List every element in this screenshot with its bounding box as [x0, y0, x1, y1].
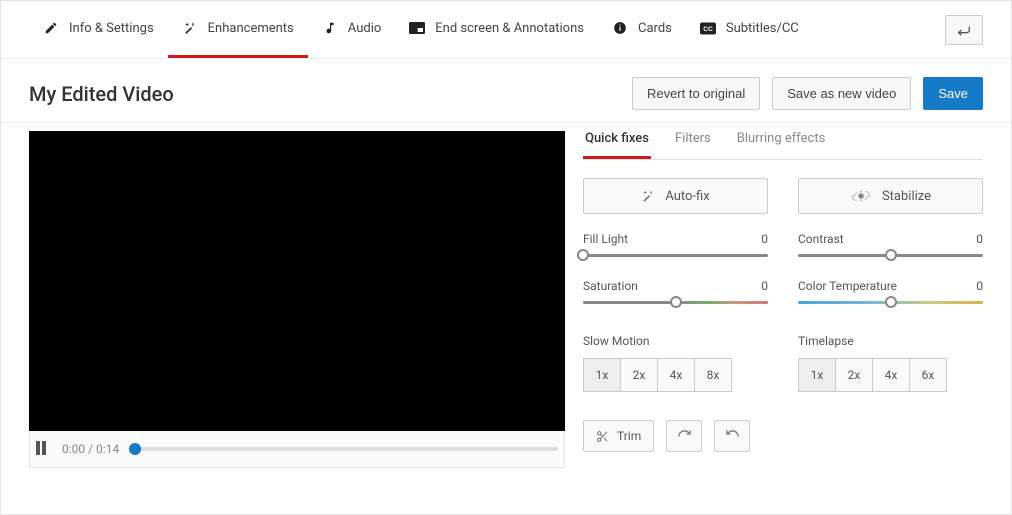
header-actions: Revert to original Save as new video Sav…	[632, 77, 983, 110]
trim-button[interactable]: Trim	[583, 420, 654, 452]
slider-saturation: Saturation 0	[583, 279, 768, 304]
enhancements-panel: Quick fixes Filters Blurring effects Aut…	[583, 131, 983, 468]
player-time: 0:00 / 0:14	[62, 442, 119, 456]
bottom-actions: Trim	[583, 420, 983, 452]
timelapse-option-4x[interactable]: 4x	[872, 358, 910, 392]
timelapse-option-2x[interactable]: 2x	[835, 358, 873, 392]
tab-info-settings[interactable]: Info & Settings	[29, 1, 168, 58]
page-title: My Edited Video	[29, 82, 174, 106]
speed-row: Slow Motion 1x2x4x8x Timelapse 1x2x4x6x	[583, 334, 983, 392]
player-controls: 0:00 / 0:14	[29, 431, 565, 468]
slider-label: Saturation	[583, 279, 638, 293]
seek-thumb[interactable]	[129, 443, 141, 455]
slider-label: Fill Light	[583, 232, 628, 246]
slider-track[interactable]	[798, 254, 983, 257]
stabilize-icon	[850, 189, 872, 203]
pause-button[interactable]	[36, 441, 52, 457]
slider-track[interactable]	[798, 301, 983, 304]
return-arrow-icon	[956, 24, 972, 36]
cc-icon: CC	[700, 20, 716, 36]
back-button[interactable]	[945, 15, 983, 45]
tab-cards[interactable]: Cards	[598, 1, 686, 58]
subtab-filters[interactable]: Filters	[673, 131, 713, 159]
autofix-label: Auto-fix	[665, 189, 709, 204]
autofix-button[interactable]: Auto-fix	[583, 178, 768, 214]
slider-color-temperature: Color Temperature 0	[798, 279, 983, 304]
slider-contrast: Contrast 0	[798, 232, 983, 257]
stabilize-label: Stabilize	[882, 189, 931, 204]
slowmotion-group: Slow Motion 1x2x4x8x	[583, 334, 768, 392]
tab-subtitles[interactable]: CC Subtitles/CC	[686, 1, 813, 58]
svg-text:CC: CC	[703, 26, 713, 33]
tab-label: Info & Settings	[69, 21, 154, 36]
slider-label: Color Temperature	[798, 279, 897, 293]
subtab-quick-fixes[interactable]: Quick fixes	[583, 131, 651, 159]
slider-value: 0	[761, 232, 768, 246]
slider-fill-light: Fill Light 0	[583, 232, 768, 257]
slowmotion-option-8x[interactable]: 8x	[694, 358, 732, 392]
slider-label: Contrast	[798, 232, 844, 246]
wand-icon	[641, 189, 655, 203]
slider-thumb[interactable]	[885, 249, 897, 261]
tab-endscreen-annotations[interactable]: End screen & Annotations	[395, 1, 598, 58]
sliders: Fill Light 0 Contrast 0 Saturation	[583, 232, 983, 304]
revert-button[interactable]: Revert to original	[632, 77, 760, 110]
save-button[interactable]: Save	[923, 77, 983, 110]
slowmotion-option-1x[interactable]: 1x	[583, 358, 621, 392]
save-as-new-button[interactable]: Save as new video	[772, 77, 911, 110]
slider-track[interactable]	[583, 254, 768, 257]
slowmotion-option-2x[interactable]: 2x	[620, 358, 658, 392]
top-tabs: Info & Settings Enhancements Audio End s…	[1, 1, 1011, 59]
timelapse-option-6x[interactable]: 6x	[909, 358, 947, 392]
timelapse-label: Timelapse	[798, 334, 983, 348]
fix-buttons: Auto-fix Stabilize	[583, 178, 983, 214]
rotate-ccw-button[interactable]	[714, 420, 750, 452]
tab-label: Audio	[348, 21, 381, 36]
tab-label: End screen & Annotations	[435, 21, 584, 36]
wand-icon	[182, 20, 198, 36]
video-preview[interactable]	[29, 131, 565, 431]
timelapse-group: Timelapse 1x2x4x6x	[798, 334, 983, 392]
slider-thumb[interactable]	[577, 249, 589, 261]
pencil-icon	[43, 20, 59, 36]
slider-thumb[interactable]	[885, 296, 897, 308]
video-panel: 0:00 / 0:14	[29, 131, 565, 468]
rotate-cw-icon	[677, 429, 692, 444]
tab-label: Enhancements	[208, 21, 294, 36]
timelapse-buttons: 1x2x4x6x	[798, 358, 983, 392]
seek-bar[interactable]	[129, 447, 558, 451]
slider-track[interactable]	[583, 301, 768, 304]
stabilize-button[interactable]: Stabilize	[798, 178, 983, 214]
slowmotion-label: Slow Motion	[583, 334, 768, 348]
music-note-icon	[322, 20, 338, 36]
slowmotion-option-4x[interactable]: 4x	[657, 358, 695, 392]
trim-label: Trim	[617, 429, 641, 443]
slider-value: 0	[976, 279, 983, 293]
slider-thumb[interactable]	[670, 296, 682, 308]
scissors-icon	[596, 430, 609, 443]
timelapse-option-1x[interactable]: 1x	[798, 358, 836, 392]
rotate-ccw-icon	[725, 429, 740, 444]
slowmotion-buttons: 1x2x4x8x	[583, 358, 768, 392]
slider-value: 0	[761, 279, 768, 293]
header: My Edited Video Revert to original Save …	[1, 59, 1011, 123]
subtab-blurring[interactable]: Blurring effects	[735, 131, 828, 159]
tab-label: Cards	[638, 21, 672, 36]
rotate-cw-button[interactable]	[666, 420, 702, 452]
main: 0:00 / 0:14 Quick fixes Filters Blurring…	[1, 123, 1011, 480]
tab-enhancements[interactable]: Enhancements	[168, 1, 308, 58]
tab-audio[interactable]: Audio	[308, 1, 395, 58]
tab-label: Subtitles/CC	[726, 21, 799, 36]
slider-value: 0	[976, 232, 983, 246]
info-circle-icon	[612, 20, 628, 36]
endscreen-icon	[409, 20, 425, 36]
subtabs: Quick fixes Filters Blurring effects	[583, 131, 983, 160]
